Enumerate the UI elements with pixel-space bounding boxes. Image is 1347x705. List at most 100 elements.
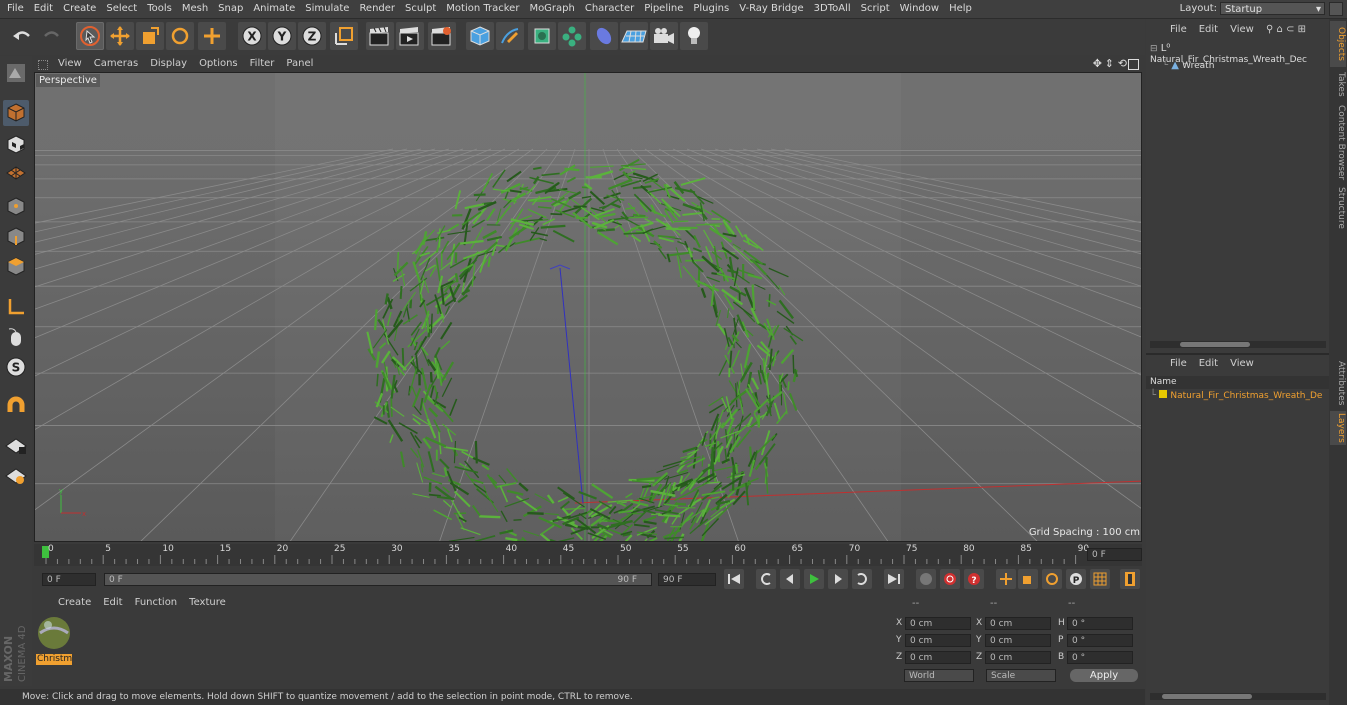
axis-mode-button[interactable]: [3, 294, 29, 320]
key-pla-button[interactable]: [1090, 569, 1110, 589]
next-frame-button[interactable]: [828, 569, 848, 589]
z-axis-button[interactable]: Z: [298, 22, 326, 50]
render-view-button[interactable]: [366, 22, 394, 50]
polygons-mode-button[interactable]: [3, 254, 29, 280]
viewport-menu-display[interactable]: Display: [144, 56, 193, 72]
layer-row[interactable]: └ Natural_Fir_Christmas_Wreath_De: [1150, 390, 1328, 404]
tree-toggle-icon[interactable]: ⊟: [1150, 44, 1158, 54]
home-icon[interactable]: ⌂: [1277, 24, 1283, 35]
layers-scrollbar[interactable]: [1150, 693, 1326, 700]
magnet-button[interactable]: [3, 394, 29, 420]
deformer-button[interactable]: [590, 22, 618, 50]
coord-value-field[interactable]: 0 cm: [905, 651, 971, 664]
undo-button[interactable]: [8, 22, 36, 50]
frame-range-slider[interactable]: 0 F 90 F: [104, 573, 652, 586]
expand-icon[interactable]: ⊞: [1298, 24, 1306, 35]
tab-content-browser[interactable]: Content Browser: [1330, 103, 1346, 183]
make-editable-button[interactable]: [3, 60, 29, 86]
objects-scrollbar-thumb[interactable]: [1180, 342, 1250, 347]
material-menu-function[interactable]: Function: [129, 595, 184, 611]
menu-create[interactable]: Create: [58, 0, 101, 18]
object-row-wreath[interactable]: └ ▲ Wreath: [1162, 60, 1322, 76]
material-menu-texture[interactable]: Texture: [183, 595, 232, 611]
render-to-picture-viewer-button[interactable]: [396, 22, 424, 50]
menu-plugins[interactable]: Plugins: [688, 0, 734, 18]
menu-mesh[interactable]: Mesh: [177, 0, 213, 18]
rotate-button[interactable]: [166, 22, 194, 50]
viewport-perspective[interactable]: y x: [34, 72, 1142, 542]
timeline-layout-button[interactable]: [1120, 569, 1140, 589]
pan-view-icon[interactable]: ✥: [1093, 57, 1102, 70]
coordinate-system-button[interactable]: [330, 22, 358, 50]
layout-select[interactable]: Startup ▾: [1220, 2, 1325, 15]
texture-mode-button[interactable]: [3, 132, 29, 158]
menu-render[interactable]: Render: [354, 0, 400, 18]
coord-value-field[interactable]: 0 °: [1067, 617, 1133, 630]
link-icon[interactable]: ⊂: [1286, 24, 1294, 35]
coord-value-field[interactable]: 0 cm: [905, 634, 971, 647]
menu-pipeline[interactable]: Pipeline: [639, 0, 688, 18]
material-menu-create[interactable]: Create: [52, 595, 97, 611]
search-icon[interactable]: ⚲: [1266, 24, 1273, 35]
size-mode-select[interactable]: Scale: [986, 669, 1056, 682]
render-settings-button[interactable]: [428, 22, 456, 50]
menu-animate[interactable]: Animate: [248, 0, 300, 18]
current-frame-field[interactable]: 0 F: [1087, 548, 1142, 561]
viewport-menu-options[interactable]: Options: [193, 56, 244, 72]
autokey-button[interactable]: [940, 569, 960, 589]
previous-frame-button[interactable]: [780, 569, 800, 589]
coord-value-field[interactable]: 0 cm: [905, 617, 971, 630]
menu-script[interactable]: Script: [856, 0, 895, 18]
coord-value-field[interactable]: 0 °: [1067, 651, 1133, 664]
menu-motion-tracker[interactable]: Motion Tracker: [441, 0, 524, 18]
tab-attributes[interactable]: Attributes: [1330, 359, 1346, 407]
play-button[interactable]: [804, 569, 824, 589]
object-row-root[interactable]: ⊟ L⁰ Natural_Fir_Christmas_Wreath_Dec: [1150, 43, 1328, 65]
start-frame-field[interactable]: 0 F: [42, 573, 96, 586]
menu-window[interactable]: Window: [895, 0, 944, 18]
tweak-mode-button[interactable]: [3, 324, 29, 350]
layers-menu-file[interactable]: File: [1164, 355, 1193, 373]
menu-vray-bridge[interactable]: V-Ray Bridge: [734, 0, 808, 18]
go-to-end-button[interactable]: [884, 569, 904, 589]
points-mode-button[interactable]: [3, 194, 29, 220]
tab-objects[interactable]: Objects: [1330, 21, 1346, 67]
tab-layers[interactable]: Layers: [1330, 411, 1346, 445]
cloner-button[interactable]: [558, 22, 586, 50]
objects-scrollbar[interactable]: [1150, 341, 1326, 348]
keyframe-selection-button[interactable]: ?: [964, 569, 984, 589]
tab-structure[interactable]: Structure: [1330, 185, 1346, 231]
coord-value-field[interactable]: 0 cm: [985, 617, 1051, 630]
menu-help[interactable]: Help: [944, 0, 977, 18]
material-swatch[interactable]: Christm: [36, 615, 72, 665]
light-button[interactable]: [680, 22, 708, 50]
go-to-start-button[interactable]: [724, 569, 744, 589]
key-parameter-button[interactable]: P: [1066, 569, 1086, 589]
viewport-menu-panel[interactable]: Panel: [280, 56, 319, 72]
viewport-menu-view[interactable]: View: [52, 56, 88, 72]
menu-snap[interactable]: Snap: [213, 0, 248, 18]
previous-key-button[interactable]: [756, 569, 776, 589]
redo-button[interactable]: [38, 22, 66, 50]
coord-value-field[interactable]: 0 cm: [985, 634, 1051, 647]
move-view-icon[interactable]: ⇕: [1105, 57, 1114, 70]
apply-button[interactable]: Apply: [1070, 669, 1138, 682]
scale-button[interactable]: [136, 22, 164, 50]
menu-3dtoall[interactable]: 3DToAll: [809, 0, 856, 18]
next-key-button[interactable]: [852, 569, 872, 589]
timeline-ruler[interactable]: 0 5 10 15 20 25 30 35 40 45 50 55 60 65 70 75 80 85 90 0 F: [34, 544, 1142, 566]
layers-scrollbar-thumb[interactable]: [1162, 694, 1252, 699]
material-menu-edit[interactable]: Edit: [97, 595, 128, 611]
menu-select[interactable]: Select: [101, 0, 142, 18]
snap-button[interactable]: S: [3, 354, 29, 380]
objects-menu-view[interactable]: View: [1224, 21, 1260, 39]
cube-button[interactable]: [466, 22, 494, 50]
layers-menu-view[interactable]: View: [1224, 355, 1260, 373]
menu-edit[interactable]: Edit: [29, 0, 58, 18]
workplane-mode-button[interactable]: [3, 160, 29, 186]
layers-column-header[interactable]: Name: [1146, 376, 1329, 389]
menu-simulate[interactable]: Simulate: [300, 0, 354, 18]
move-button[interactable]: [106, 22, 134, 50]
camera-button[interactable]: [650, 22, 678, 50]
x-axis-button[interactable]: X: [238, 22, 266, 50]
